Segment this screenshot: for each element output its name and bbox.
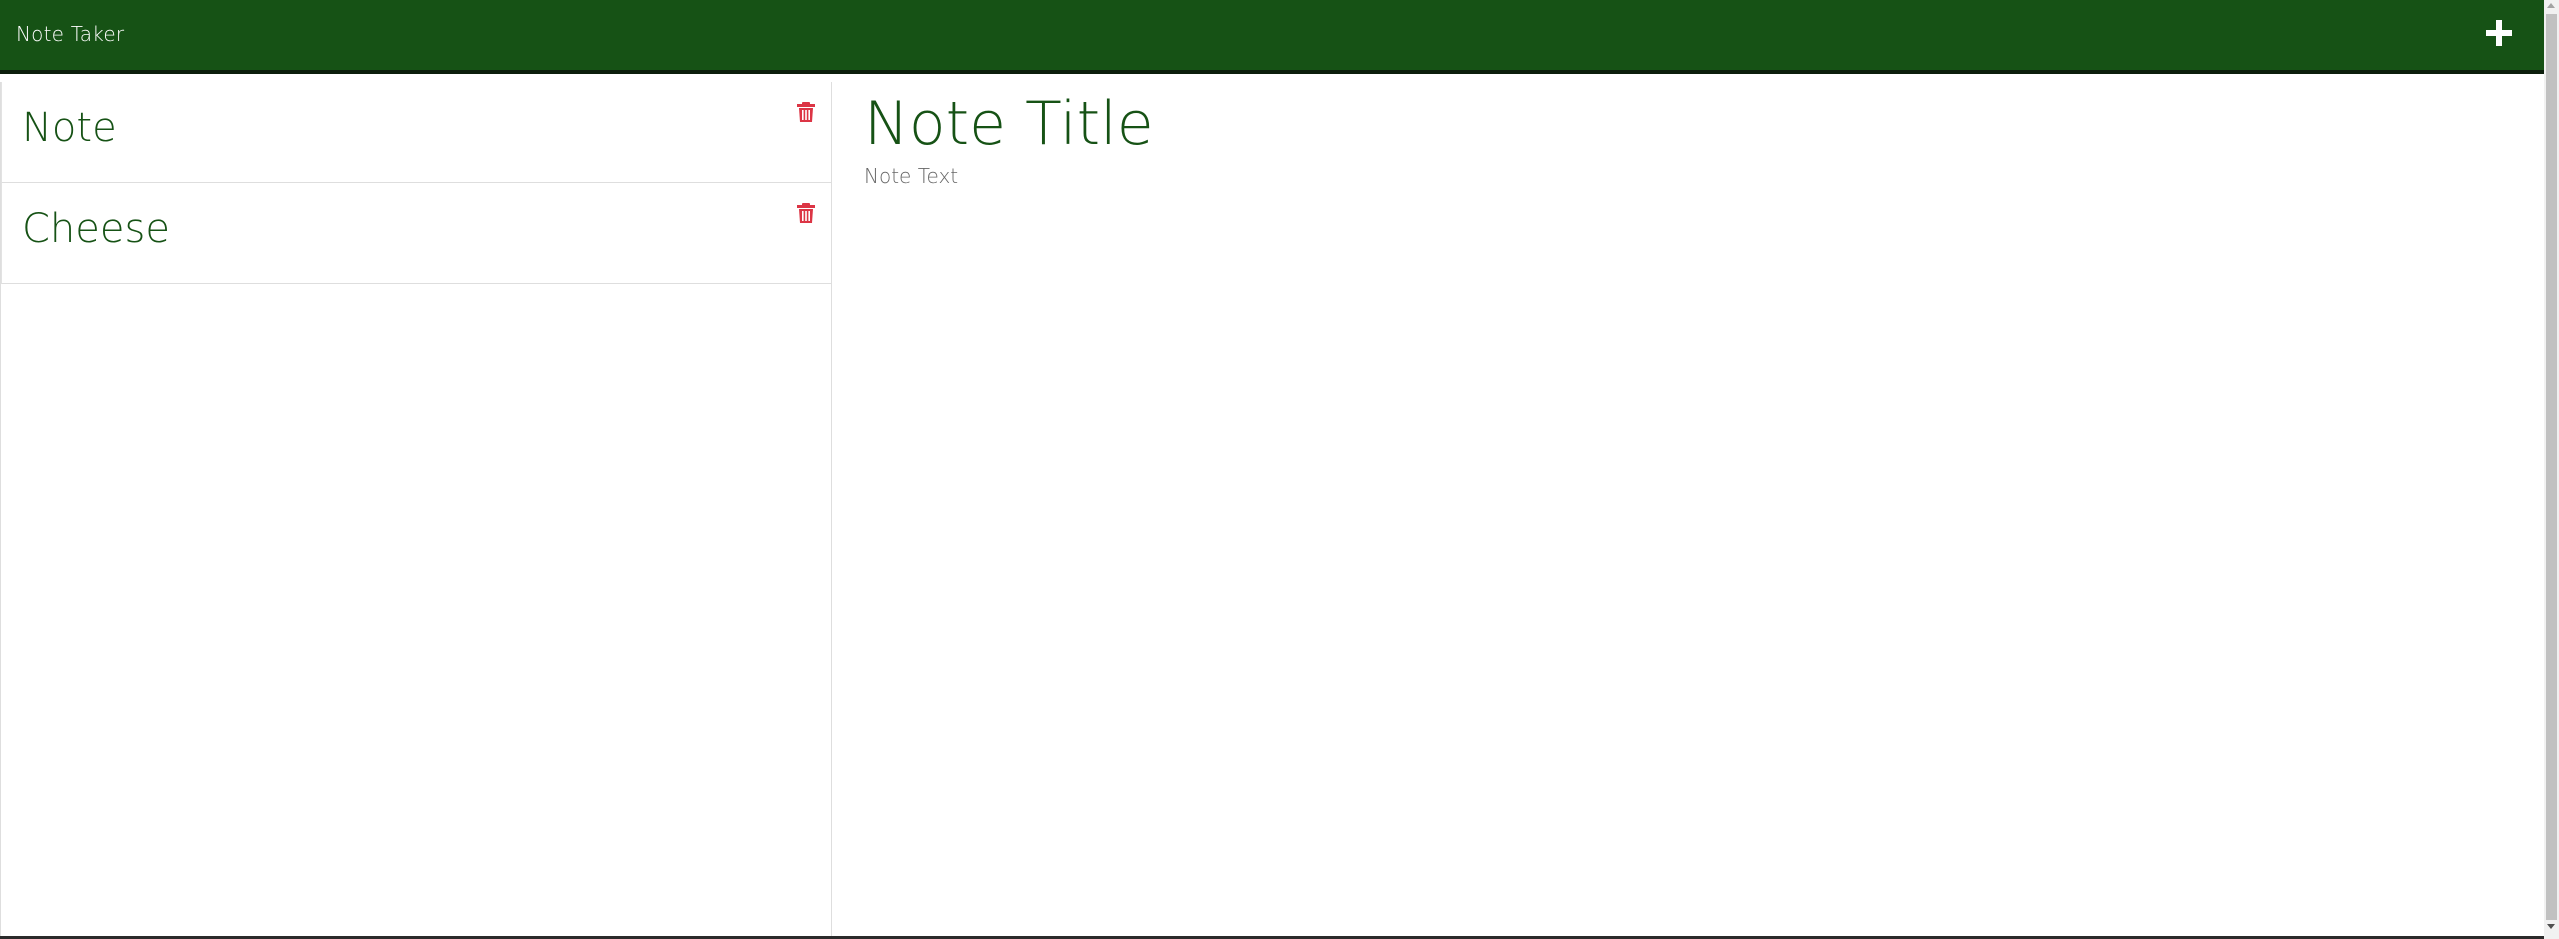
app-title: Note Taker xyxy=(16,22,125,46)
scrollbar-thumb[interactable] xyxy=(2546,14,2557,920)
note-item-title: Note xyxy=(22,105,117,151)
note-text-input[interactable] xyxy=(864,164,2464,864)
scroll-down-arrow-icon[interactable] xyxy=(2547,924,2555,929)
page-scrollbar[interactable] xyxy=(2544,0,2559,939)
scroll-up-arrow-icon[interactable] xyxy=(2547,3,2555,8)
trash-icon xyxy=(797,203,815,223)
note-item-title: Cheese xyxy=(22,206,170,252)
plus-icon xyxy=(2486,20,2512,46)
delete-note-button[interactable] xyxy=(796,101,816,123)
note-list: Note Cheese xyxy=(0,82,832,939)
trash-icon xyxy=(797,102,815,122)
note-list-item[interactable]: Note xyxy=(1,82,831,183)
new-note-button[interactable] xyxy=(2480,14,2520,54)
note-list-item[interactable]: Cheese xyxy=(1,183,831,284)
note-title-input[interactable] xyxy=(864,86,2464,161)
navbar: Note Taker xyxy=(0,0,2544,74)
app-window: Note Taker Note Cheese xyxy=(0,0,2559,939)
note-editor xyxy=(834,82,2534,939)
delete-note-button[interactable] xyxy=(796,202,816,224)
